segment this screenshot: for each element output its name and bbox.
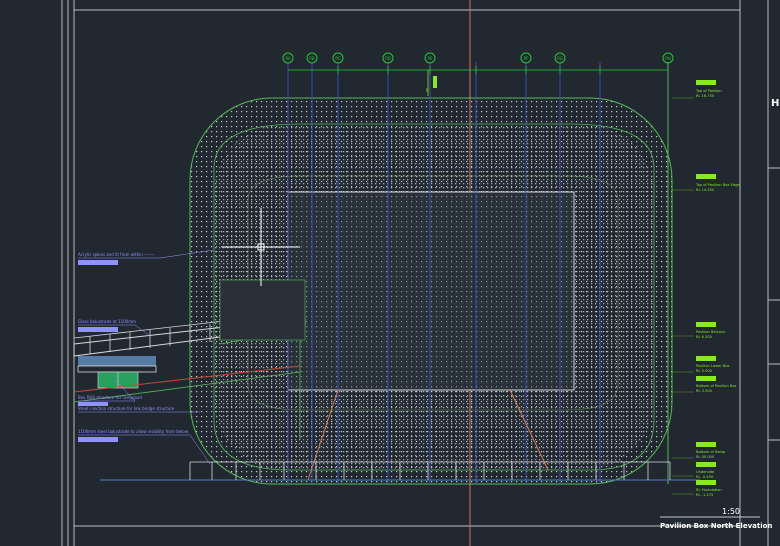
grid-bubble-3: PC — [332, 52, 344, 64]
svg-text:RL 16.750: RL 16.750 — [696, 94, 715, 98]
annotation-5: 1100mm steel balustrade to allow visibil… — [78, 429, 211, 465]
svg-text:Bottom of Ramp: Bottom of Ramp — [696, 450, 726, 454]
svg-text:Box RHS structure for ramp/pod: Box RHS structure for ramp/pod — [78, 395, 142, 400]
svg-text:P: P — [426, 88, 429, 93]
grid-bubble-6: PF — [520, 52, 532, 64]
sheet-side-letter: H — [771, 98, 779, 109]
svg-text:PD: PD — [385, 56, 391, 61]
inner-panel — [287, 191, 575, 391]
svg-text:PF: PF — [524, 56, 529, 61]
svg-text:Underside: Underside — [696, 470, 715, 474]
grid-dimension-string — [288, 66, 668, 74]
svg-text:PC: PC — [335, 56, 340, 61]
cad-drawing-canvas[interactable]: H PA PB PC PD PE PF PG PH P Top of Pavil… — [0, 0, 780, 546]
svg-text:Glass balustrade at 1100mm: Glass balustrade at 1100mm — [78, 319, 136, 324]
section-mark: P — [426, 70, 437, 96]
svg-text:PG: PG — [557, 56, 563, 61]
link-block — [219, 279, 306, 341]
level-tag-3: Pavilion Balcony RL 6.300 — [696, 322, 726, 339]
drawing-scale: 1:50 — [722, 507, 740, 516]
grid-bubble-5: PE — [424, 52, 436, 64]
level-lines — [672, 97, 694, 495]
svg-text:RL Foundation: RL Foundation — [696, 488, 722, 492]
svg-text:Pavilion Balcony: Pavilion Balcony — [696, 330, 726, 334]
svg-text:PH: PH — [665, 56, 670, 61]
svg-text:Steel I section structure for: Steel I section structure for link bridg… — [78, 406, 175, 411]
grid-bubble-4: PD — [382, 52, 394, 64]
level-tag-7: Underside RL -0.450 — [696, 462, 716, 479]
drawing-title: Pavilion Box North Elevation — [660, 522, 772, 530]
svg-text:RL 14.450: RL 14.450 — [696, 188, 715, 192]
svg-text:RL 6.300: RL 6.300 — [696, 335, 713, 339]
svg-text:PE: PE — [428, 56, 433, 61]
svg-text:RL 00.000: RL 00.000 — [696, 455, 715, 459]
level-tag-6: Bottom of Ramp RL 00.000 — [696, 442, 726, 459]
title-block: 1:50 Pavilion Box North Elevation — [660, 507, 772, 530]
grid-bubble-7: PG — [554, 52, 566, 64]
svg-text:RL 5.000: RL 5.000 — [696, 369, 713, 373]
svg-text:1100mm steel balustrade to all: 1100mm steel balustrade to allow visibil… — [78, 429, 189, 434]
level-tag-2: Top of Pavilion Box Edge RL 14.450 — [695, 174, 740, 192]
annotation-4: Steel I section structure for link bridg… — [78, 406, 200, 413]
svg-text:Top of Pavilion: Top of Pavilion — [695, 89, 722, 93]
svg-text:Pavilion Lower Box: Pavilion Lower Box — [696, 364, 730, 368]
grid-bubble-1: PA — [282, 52, 294, 64]
grid-bubble-8: PH — [662, 52, 674, 64]
grid-bubble-2: PB — [306, 52, 318, 64]
svg-text:PB: PB — [309, 56, 314, 61]
svg-text:Acrylic spikes and lit from wi: Acrylic spikes and lit from within -----… — [78, 252, 156, 257]
level-tag-5: Bottom of Pavilion Box RL 3.500 — [696, 376, 737, 393]
svg-text:PA: PA — [286, 56, 291, 61]
svg-text:Bottom of Pavilion Box: Bottom of Pavilion Box — [696, 384, 737, 388]
level-tag-1: Top of Pavilion RL 16.750 — [695, 80, 722, 98]
level-tag-8: RL Foundation RL -1.275 — [696, 480, 722, 497]
svg-text:Top of Pavilion Box Edge: Top of Pavilion Box Edge — [695, 183, 740, 187]
svg-text:RL 3.500: RL 3.500 — [696, 389, 713, 393]
svg-text:RL -0.450: RL -0.450 — [696, 475, 714, 479]
level-tag-4: Pavilion Lower Box RL 5.000 — [696, 356, 730, 373]
svg-text:RL -1.275: RL -1.275 — [696, 493, 713, 497]
